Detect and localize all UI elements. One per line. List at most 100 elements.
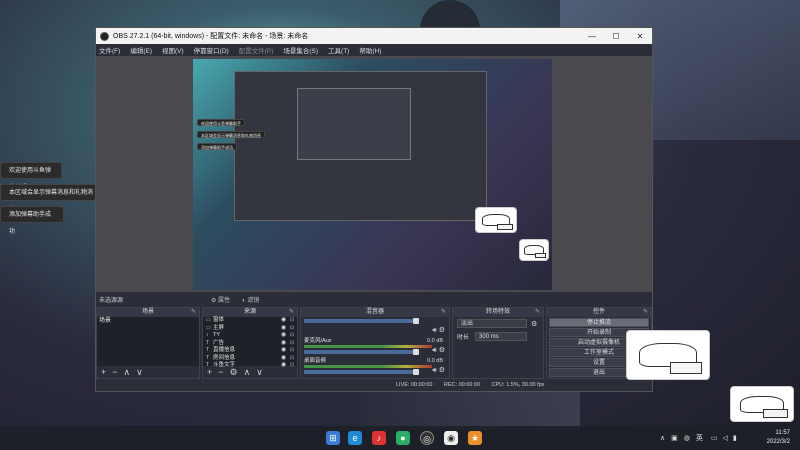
lock-icon[interactable]: ⊡	[290, 332, 297, 340]
mixer-channel: 🔊︎ ⚙	[301, 317, 449, 337]
visibility-icon[interactable]: ◉	[281, 355, 290, 363]
menu-view[interactable]: 视图(V)	[162, 45, 184, 55]
sources-toolbar: + − ⚙ ∧ ∨	[203, 366, 297, 378]
source-item[interactable]: T 广告 ◉ ⊡	[203, 340, 297, 348]
menu-file[interactable]: 文件(F)	[99, 45, 120, 55]
visibility-icon[interactable]: ◉	[281, 347, 290, 355]
visibility-icon[interactable]: ◉	[281, 332, 290, 340]
stop-streaming-button[interactable]: 停止推流	[549, 318, 649, 327]
mixer-channels: 🔊︎ ⚙ 麦克风/Aux 0.0 dB 🔊︎ ⚙ 桌面音频 0.0 dB 🔊︎ …	[301, 317, 449, 378]
visibility-icon[interactable]: ◉	[281, 340, 290, 348]
app-icon[interactable]: ◉	[444, 431, 458, 445]
system-tray: ∧ ▣ ◍ 英 ▭ ◁ ▮	[660, 426, 737, 450]
source-item[interactable]: ▭ 窗体 ◉ ⊡	[203, 317, 297, 325]
volume-icon[interactable]: ◁	[722, 434, 727, 442]
add-icon[interactable]: +	[101, 367, 106, 377]
scenes-list[interactable]: 场景	[97, 317, 199, 366]
chat-icon[interactable]: ▣	[671, 434, 678, 442]
settings-icon[interactable]: ⚙	[439, 327, 445, 334]
speaker-icon[interactable]: 🔊︎	[432, 367, 436, 374]
edge-icon[interactable]: e	[348, 431, 362, 445]
start-icon[interactable]: ⊞	[326, 431, 340, 445]
transition-select[interactable]: 淡出	[457, 319, 527, 328]
volume-slider[interactable]	[304, 318, 419, 324]
visibility-icon[interactable]: ◉	[281, 325, 290, 333]
settings-icon[interactable]: ⚙	[531, 320, 537, 328]
live-status: LIVE: 00:00:00	[396, 382, 433, 388]
network-icon[interactable]: ▭	[711, 434, 718, 442]
maximize-button[interactable]: ☐	[604, 32, 628, 41]
transitions-panel: 淡出 ⚙ 时长 300 ms	[453, 317, 543, 378]
move-up-icon[interactable]: ∧	[124, 367, 131, 378]
channel-name: 桌面音频	[304, 358, 327, 364]
transitions-dock: 转场特效 ✎ 淡出 ⚙ 时长 300 ms	[452, 307, 544, 379]
dock-header: 转场特效 ✎	[453, 308, 543, 317]
settings-icon[interactable]: ⚙	[230, 367, 238, 378]
speaker-icon[interactable]: 🔊︎	[432, 327, 436, 334]
duration-input[interactable]: 300 ms	[475, 332, 528, 341]
text-icon: T	[206, 354, 210, 361]
taskbar: ⊞ e ♪ ● ◎ ◉ ★ ∧ ▣ ◍ 英 ▭ ◁ ▮ 11:57 2022/3…	[0, 426, 800, 450]
preview-notification: 欢迎使用斗鱼弹幕助手	[197, 119, 245, 126]
battery-icon[interactable]: ▮	[733, 434, 737, 442]
menu-help[interactable]: 帮助(H)	[359, 45, 381, 55]
menu-bar: 文件(F) 编辑(E) 视图(V) 停靠窗口(D) 配置文件(P) 场景集合(S…	[96, 44, 652, 56]
remove-icon[interactable]: −	[218, 367, 223, 377]
menu-tools[interactable]: 工具(T)	[328, 45, 349, 55]
preview-notification: 本区域会显示弹幕消息和礼物消息	[197, 131, 265, 138]
volume-slider[interactable]	[304, 349, 419, 355]
title-bar[interactable]: OBS 27.2.1 (64-bit, windows) - 配置文件: 未命名…	[96, 28, 652, 44]
move-down-icon[interactable]: ∨	[256, 367, 263, 378]
menu-docks[interactable]: 停靠窗口(D)	[194, 45, 229, 55]
scenes-toolbar: + − ∧ ∨	[97, 366, 199, 378]
volume-slider[interactable]	[304, 369, 419, 375]
preview-notification: 添加弹幕助手成功	[197, 143, 237, 150]
settings-icon[interactable]: ⚙	[439, 367, 445, 374]
text-icon: T	[206, 347, 210, 353]
settings-icon[interactable]: ⚙	[439, 347, 445, 354]
menu-edit[interactable]: 编辑(E)	[130, 45, 152, 55]
lock-icon[interactable]: ⊡	[290, 347, 297, 355]
scenes-dock: 场景 ✎ 场景 + − ∧ ∨	[96, 307, 200, 379]
remove-icon[interactable]: −	[112, 367, 117, 377]
minimize-button[interactable]: —	[580, 32, 604, 41]
dock-header: 控件 ✎	[547, 308, 651, 317]
chevron-up-icon[interactable]: ∧	[660, 434, 665, 442]
dock-header: 来源 ✎	[203, 308, 297, 317]
wechat-tray-icon[interactable]: ◍	[684, 434, 690, 442]
mixer-channel: 桌面音频 0.0 dB 🔊︎ ⚙	[301, 357, 449, 377]
clock[interactable]: 11:57 2022/3/2	[767, 429, 790, 447]
close-button[interactable]: ✕	[628, 32, 652, 41]
source-item[interactable]: ▭ 主屏 ◉ ⊡	[203, 325, 297, 333]
scene-item[interactable]: 场景	[97, 317, 199, 326]
douyu-icon[interactable]: ★	[468, 431, 482, 445]
preview-canvas[interactable]: 欢迎使用斗鱼弹幕助手 本区域会显示弹幕消息和礼物消息 添加弹幕助手成功	[193, 59, 552, 290]
source-item[interactable]: ♪ TY ◉ ⊡	[203, 332, 297, 340]
notification: 欢迎使用斗鱼弹幕助手	[0, 162, 62, 191]
netease-music-icon[interactable]: ♪	[372, 431, 386, 445]
lock-icon[interactable]: ⊡	[290, 340, 297, 348]
filters-button[interactable]: ◐ 滤镜	[238, 295, 263, 304]
preview-area[interactable]: 欢迎使用斗鱼弹幕助手 本区域会显示弹幕消息和礼物消息 添加弹幕助手成功	[96, 56, 652, 292]
menu-profile[interactable]: 配置文件(P)	[239, 45, 274, 55]
input-language[interactable]: 英	[696, 433, 703, 443]
lock-icon[interactable]: ⊡	[290, 317, 297, 325]
lock-icon[interactable]: ⊡	[290, 325, 297, 333]
menu-scene-collection[interactable]: 场景集合(S)	[283, 45, 318, 55]
lock-icon[interactable]: ⊡	[290, 355, 297, 363]
wechat-icon[interactable]: ●	[396, 431, 410, 445]
move-up-icon[interactable]: ∧	[244, 367, 251, 378]
visibility-icon[interactable]: ◉	[281, 317, 290, 325]
speaker-icon[interactable]: 🔊︎	[432, 347, 436, 354]
obs-icon[interactable]: ◎	[420, 431, 434, 445]
source-item[interactable]: T 房间信息 ◉ ⊡	[203, 355, 297, 363]
source-item[interactable]: T 直播信息 ◉ ⊡	[203, 347, 297, 355]
move-down-icon[interactable]: ∨	[136, 367, 143, 378]
properties-button[interactable]: ⚙ 属性	[207, 295, 234, 304]
add-icon[interactable]: +	[207, 367, 212, 377]
cat-sticker-image	[519, 239, 549, 261]
sources-dock: 来源 ✎ ▭ 窗体 ◉ ⊡ ▭ 主屏 ◉ ⊡ ♪ TY ◉ ⊡ T 广告 ◉ ⊡ T 直播信息 ◉ ⊡ T 房间信…	[202, 307, 298, 379]
channel-name: 麦克风/Aux	[304, 338, 332, 344]
time: 11:57	[775, 430, 790, 436]
sources-list[interactable]: ▭ 窗体 ◉ ⊡ ▭ 主屏 ◉ ⊡ ♪ TY ◉ ⊡ T 广告 ◉ ⊡ T 直播信息 ◉ ⊡ T 房间信息 ◉ ⊡ …	[203, 317, 297, 368]
